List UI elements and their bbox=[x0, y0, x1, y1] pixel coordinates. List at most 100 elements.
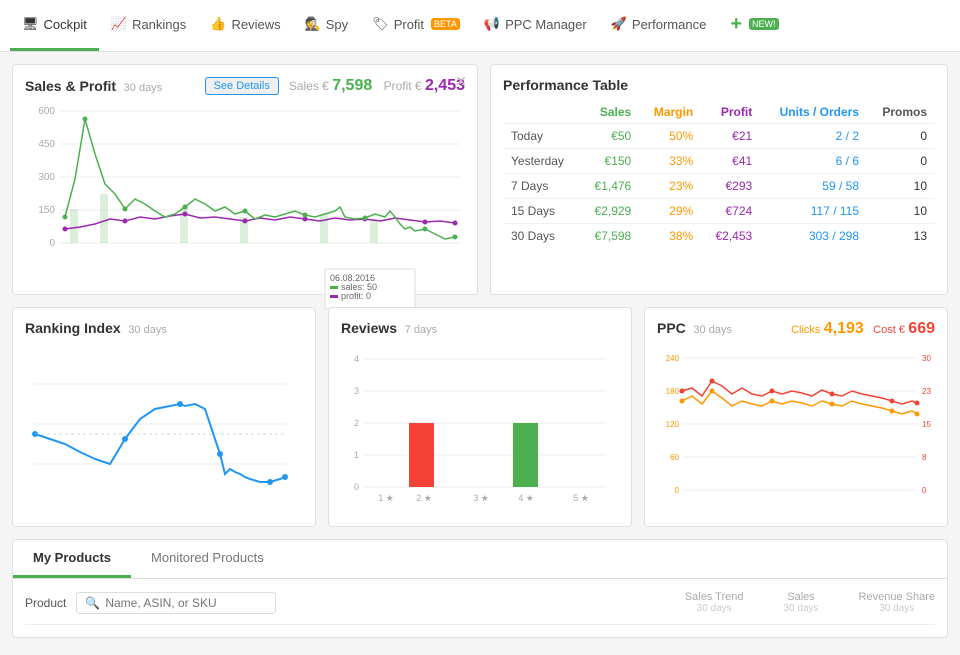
svg-text:0: 0 bbox=[354, 482, 359, 492]
col-sales: Sales 30 days bbox=[784, 591, 819, 614]
nav-plus[interactable]: + NEW! bbox=[718, 0, 790, 51]
row-profit: €2,453 bbox=[701, 224, 760, 249]
rocket-icon: 🚀 bbox=[611, 16, 627, 32]
reviews-period: 7 days bbox=[405, 324, 437, 336]
row-profit: €293 bbox=[701, 174, 760, 199]
nav-ppc-manager[interactable]: 📢 PPC Manager bbox=[472, 0, 599, 51]
sales-profit-chart: 600 450 300 150 0 bbox=[25, 99, 465, 282]
row-sales: €50 bbox=[580, 124, 639, 149]
nav-rankings[interactable]: 📈 Rankings bbox=[99, 0, 198, 51]
svg-text:15: 15 bbox=[922, 420, 931, 429]
ppc-clicks-value: 4,193 bbox=[824, 320, 864, 337]
svg-text:4 ★: 4 ★ bbox=[518, 493, 534, 503]
col-sales-trend: Sales Trend 30 days bbox=[685, 591, 744, 614]
plus-icon: + bbox=[730, 13, 742, 36]
sales-trend-sub: 30 days bbox=[685, 603, 744, 614]
table-row: 7 Days €1,476 23% €293 59 / 58 10 bbox=[503, 174, 935, 199]
col-units: Units / Orders bbox=[760, 101, 867, 124]
search-icon: 🔍 bbox=[85, 596, 100, 610]
new-badge: NEW! bbox=[749, 18, 779, 30]
row-sales: €7,598 bbox=[580, 224, 639, 249]
svg-text:0: 0 bbox=[675, 486, 680, 495]
sales-profit-title: Sales & Profit bbox=[25, 78, 116, 94]
nav-spy[interactable]: 🕵 Spy bbox=[293, 0, 361, 51]
sales-label: Sales bbox=[784, 591, 819, 603]
table-row: 30 Days €7,598 38% €2,453 303 / 298 13 bbox=[503, 224, 935, 249]
svg-text:1: 1 bbox=[354, 450, 359, 460]
svg-text:3: 3 bbox=[354, 386, 359, 396]
row-profit: €21 bbox=[701, 124, 760, 149]
svg-text:2: 2 bbox=[354, 418, 359, 428]
reviews-chart: 4 3 2 1 0 bbox=[341, 344, 619, 512]
row-label: Yesterday bbox=[503, 149, 580, 174]
row-promos: 0 bbox=[867, 149, 935, 174]
row-label: 15 Days bbox=[503, 199, 580, 224]
ranking-chart bbox=[25, 344, 303, 512]
products-filter-row: Product 🔍 Sales Trend 30 days Sales 30 d… bbox=[25, 591, 935, 625]
svg-text:30: 30 bbox=[922, 354, 931, 363]
svg-text:0: 0 bbox=[49, 238, 55, 249]
row-label: Today bbox=[503, 124, 580, 149]
reviews-title: Reviews bbox=[341, 320, 397, 336]
profit-label: Profit € bbox=[384, 79, 422, 93]
ranking-period: 30 days bbox=[128, 324, 167, 336]
svg-text:600: 600 bbox=[38, 106, 55, 117]
close-icon[interactable]: ✕ bbox=[455, 73, 467, 90]
row-profit: €724 bbox=[701, 199, 760, 224]
row-margin: 33% bbox=[639, 149, 701, 174]
search-input[interactable] bbox=[105, 596, 265, 610]
row-profit: €41 bbox=[701, 149, 760, 174]
row-promos: 13 bbox=[867, 224, 935, 249]
see-details-button[interactable]: See Details bbox=[205, 77, 279, 95]
ranking-index-card: Ranking Index 30 days bbox=[12, 307, 316, 527]
nav-profit-label: Profit bbox=[394, 17, 424, 32]
ppc-period: 30 days bbox=[693, 324, 732, 336]
beta-badge: BETA bbox=[431, 18, 460, 30]
products-content: Product 🔍 Sales Trend 30 days Sales 30 d… bbox=[13, 579, 947, 637]
tab-monitored-products[interactable]: Monitored Products bbox=[131, 540, 284, 578]
products-section: My Products Monitored Products Product 🔍… bbox=[12, 539, 948, 638]
col-margin: Margin bbox=[639, 101, 701, 124]
spy-icon: 🕵 bbox=[305, 16, 321, 32]
nav-reviews[interactable]: 👍 Reviews bbox=[198, 0, 292, 51]
thumbs-up-icon: 👍 bbox=[210, 16, 226, 32]
row-sales: €1,476 bbox=[580, 174, 639, 199]
ppc-cost-label: Cost € bbox=[873, 324, 905, 336]
nav-ppc-label: PPC Manager bbox=[505, 17, 587, 32]
row-label: 7 Days bbox=[503, 174, 580, 199]
reviews-card: Reviews 7 days 4 3 2 1 0 bbox=[328, 307, 632, 527]
row-margin: 38% bbox=[639, 224, 701, 249]
sales-profit-period: 30 days bbox=[124, 82, 163, 94]
main-content: Sales & Profit 30 days See Details Sales… bbox=[0, 52, 960, 650]
bottom-row: Ranking Index 30 days bbox=[12, 307, 948, 527]
svg-text:5 ★: 5 ★ bbox=[573, 493, 589, 503]
column-headers: Sales Trend 30 days Sales 30 days Revenu… bbox=[685, 591, 935, 614]
svg-text:240: 240 bbox=[666, 354, 680, 363]
row-units: 59 / 58 bbox=[760, 174, 867, 199]
tab-my-products[interactable]: My Products bbox=[13, 540, 131, 578]
table-row: 15 Days €2,929 29% €724 117 / 115 10 bbox=[503, 199, 935, 224]
row-sales: €2,929 bbox=[580, 199, 639, 224]
nav-spy-label: Spy bbox=[326, 17, 348, 32]
nav-profit[interactable]: 🏷 Profit BETA bbox=[360, 0, 472, 51]
row-units: 117 / 115 bbox=[760, 199, 867, 224]
col-sales: Sales bbox=[580, 101, 639, 124]
ppc-cost-value: 669 bbox=[908, 320, 935, 337]
col-profit: Profit bbox=[701, 101, 760, 124]
monitor-icon: 🖥 bbox=[22, 16, 39, 32]
table-row: Today €50 50% €21 2 / 2 0 bbox=[503, 124, 935, 149]
nav-performance[interactable]: 🚀 Performance bbox=[599, 0, 719, 51]
svg-text:8: 8 bbox=[922, 453, 927, 462]
performance-table: Sales Margin Profit Units / Orders Promo… bbox=[503, 101, 935, 248]
nav-rankings-label: Rankings bbox=[132, 17, 186, 32]
row-label: 30 Days bbox=[503, 224, 580, 249]
svg-text:profit: 0: profit: 0 bbox=[341, 291, 371, 301]
product-search-box[interactable]: 🔍 bbox=[76, 592, 276, 614]
svg-text:150: 150 bbox=[38, 205, 55, 216]
row-sales: €150 bbox=[580, 149, 639, 174]
svg-text:120: 120 bbox=[666, 420, 680, 429]
table-row: Yesterday €150 33% €41 6 / 6 0 bbox=[503, 149, 935, 174]
svg-text:4: 4 bbox=[354, 354, 359, 364]
row-margin: 50% bbox=[639, 124, 701, 149]
nav-cockpit[interactable]: 🖥 Cockpit bbox=[10, 0, 99, 51]
